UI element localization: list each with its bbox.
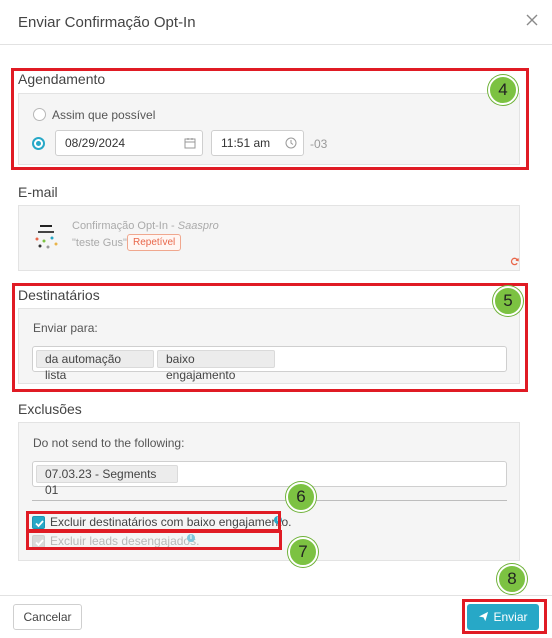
- send-button-label: Enviar: [493, 610, 528, 624]
- highlight-box-scheduling: [11, 68, 529, 170]
- highlight-box-exclude-low-engagement: [26, 511, 281, 532]
- repeatable-badge: Repetível: [127, 234, 182, 251]
- step-marker-6: 6: [286, 482, 316, 512]
- email-subject: "teste Gus": [72, 237, 127, 249]
- dialog-header: Enviar Confirmação Opt-In: [0, 0, 552, 45]
- step-marker-8: 8: [497, 564, 527, 594]
- refresh-icon[interactable]: [510, 257, 519, 269]
- close-icon[interactable]: [524, 12, 540, 28]
- send-button[interactable]: Enviar: [467, 604, 539, 630]
- step-marker-7: 7: [288, 537, 318, 567]
- exclusions-section-label: Exclusões: [18, 401, 82, 417]
- exclusions-tag-input[interactable]: 07.03.23 - Segments 01: [32, 461, 507, 497]
- email-name-text: Confirmação Opt-In -: [72, 220, 178, 232]
- email-panel: Confirmação Opt-In - Saaspro "teste Gus"…: [18, 205, 520, 271]
- do-not-send-label: Do not send to the following:: [33, 436, 185, 450]
- step-marker-4: 4: [488, 75, 518, 105]
- email-section-label: E-mail: [18, 184, 58, 200]
- email-brand: Saaspro: [177, 220, 219, 232]
- highlight-box-exclude-disengaged: [26, 530, 282, 550]
- email-name[interactable]: Confirmação Opt-In - Saaspro: [72, 220, 219, 232]
- paper-plane-icon: [479, 611, 489, 622]
- cancel-button[interactable]: Cancelar: [13, 604, 82, 630]
- email-thumbnail-icon: [35, 225, 58, 249]
- divider: [32, 500, 507, 501]
- dialog-title: Enviar Confirmação Opt-In: [18, 14, 196, 31]
- highlight-box-recipients: [12, 283, 528, 392]
- exclusion-tag[interactable]: 07.03.23 - Segments 01: [36, 465, 178, 497]
- step-marker-5: 5: [493, 286, 523, 316]
